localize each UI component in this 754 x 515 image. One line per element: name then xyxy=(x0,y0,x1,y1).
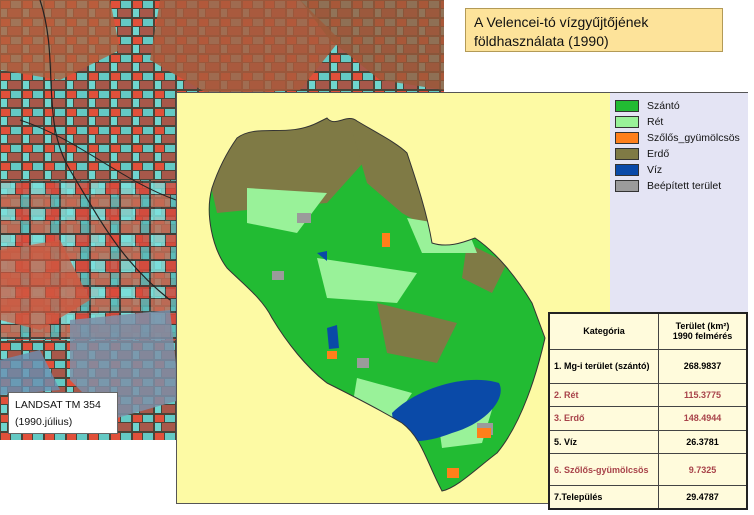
table-cell-category: 3. Erdő xyxy=(548,406,659,431)
viz-area-reservoir xyxy=(327,325,339,349)
title-box: A Velencei-tó vízgyűjtőjének földhasznál… xyxy=(465,8,723,52)
legend-item-szanto: Szántó xyxy=(615,99,680,113)
legend-swatch-erdo xyxy=(615,148,639,160)
table-header-area: Terület (km²) 1990 felmérés xyxy=(658,312,748,350)
table-row: 1. Mg-i terület (szántó) 268.9837 xyxy=(548,348,748,384)
table-cell-value: 26.3781 xyxy=(658,429,748,455)
table-header-category: Kategória xyxy=(548,312,659,350)
legend-item-erdo: Erdő xyxy=(615,147,669,161)
legend-item-ret: Rét xyxy=(615,115,663,129)
table-row: 3. Erdő 148.4944 xyxy=(548,406,748,431)
table-cell-value: 115.3775 xyxy=(658,382,748,408)
table-cell-category: 2. Rét xyxy=(548,382,659,408)
landsat-label-line-1: LANDSAT TM 354 xyxy=(15,399,101,411)
beepitett-area-4 xyxy=(357,358,369,368)
table-cell-value: 268.9837 xyxy=(658,348,748,384)
table-cell-value: 29.4787 xyxy=(658,485,748,510)
table-row: 7.Település 29.4787 xyxy=(548,485,748,510)
beepitett-area-2 xyxy=(272,271,284,280)
legend-label-erdo: Erdő xyxy=(647,148,670,160)
legend-swatch-viz xyxy=(615,164,639,176)
table-row: 6. Szőlős-gyümölcsös 9.7325 xyxy=(548,453,748,486)
table-cell-value: 9.7325 xyxy=(658,453,748,486)
table-header-area-line-2: 1990 felmérés xyxy=(672,331,733,342)
table-cell-category: 1. Mg-i terület (szántó) xyxy=(548,348,659,384)
legend-swatch-ret xyxy=(615,116,639,128)
legend-label-szanto: Szántó xyxy=(647,100,680,112)
table-row: 2. Rét 115.3775 xyxy=(548,382,748,408)
table-cell-value: 148.4944 xyxy=(658,406,748,431)
land-use-area-table: Kategória Terület (km²) 1990 felmérés 1.… xyxy=(548,312,748,510)
landsat-label-line-2: (1990.július) xyxy=(15,416,73,428)
legend-item-viz: Víz xyxy=(615,163,662,177)
szolos-area-4 xyxy=(447,468,459,478)
table-cell-category: 7.Település xyxy=(548,485,659,510)
title-line-2: földhasználata (1990) xyxy=(474,33,609,49)
legend-swatch-beepitett xyxy=(615,180,639,192)
legend-label-viz: Víz xyxy=(647,164,663,176)
table-header-area-line-1: Terület (km²) xyxy=(675,321,730,332)
legend-label-beepitett: Beépített terület xyxy=(647,180,722,192)
legend-label-szolos: Szőlős_gyümölcsös xyxy=(647,132,740,144)
title-line-1: A Velencei-tó vízgyűjtőjének xyxy=(474,14,649,30)
table-cell-category: 6. Szőlős-gyümölcsös xyxy=(548,453,659,486)
table-cell-category: 5. Víz xyxy=(548,429,659,455)
legend-item-beepitett: Beépített terület xyxy=(615,179,721,193)
table-header-row: Kategória Terület (km²) 1990 felmérés xyxy=(548,312,748,350)
szolos-area-1 xyxy=(382,233,390,247)
legend-swatch-szanto xyxy=(615,100,639,112)
landsat-label-box: LANDSAT TM 354 (1990.július) xyxy=(8,392,118,434)
legend-item-szolos: Szőlős_gyümölcsös xyxy=(615,131,740,145)
szolos-area-2 xyxy=(327,351,337,359)
szolos-area-3 xyxy=(477,428,491,438)
table-row: 5. Víz 26.3781 xyxy=(548,429,748,455)
legend-label-ret: Rét xyxy=(647,116,664,128)
beepitett-area-1 xyxy=(297,213,311,223)
legend-swatch-szolos xyxy=(615,132,639,144)
